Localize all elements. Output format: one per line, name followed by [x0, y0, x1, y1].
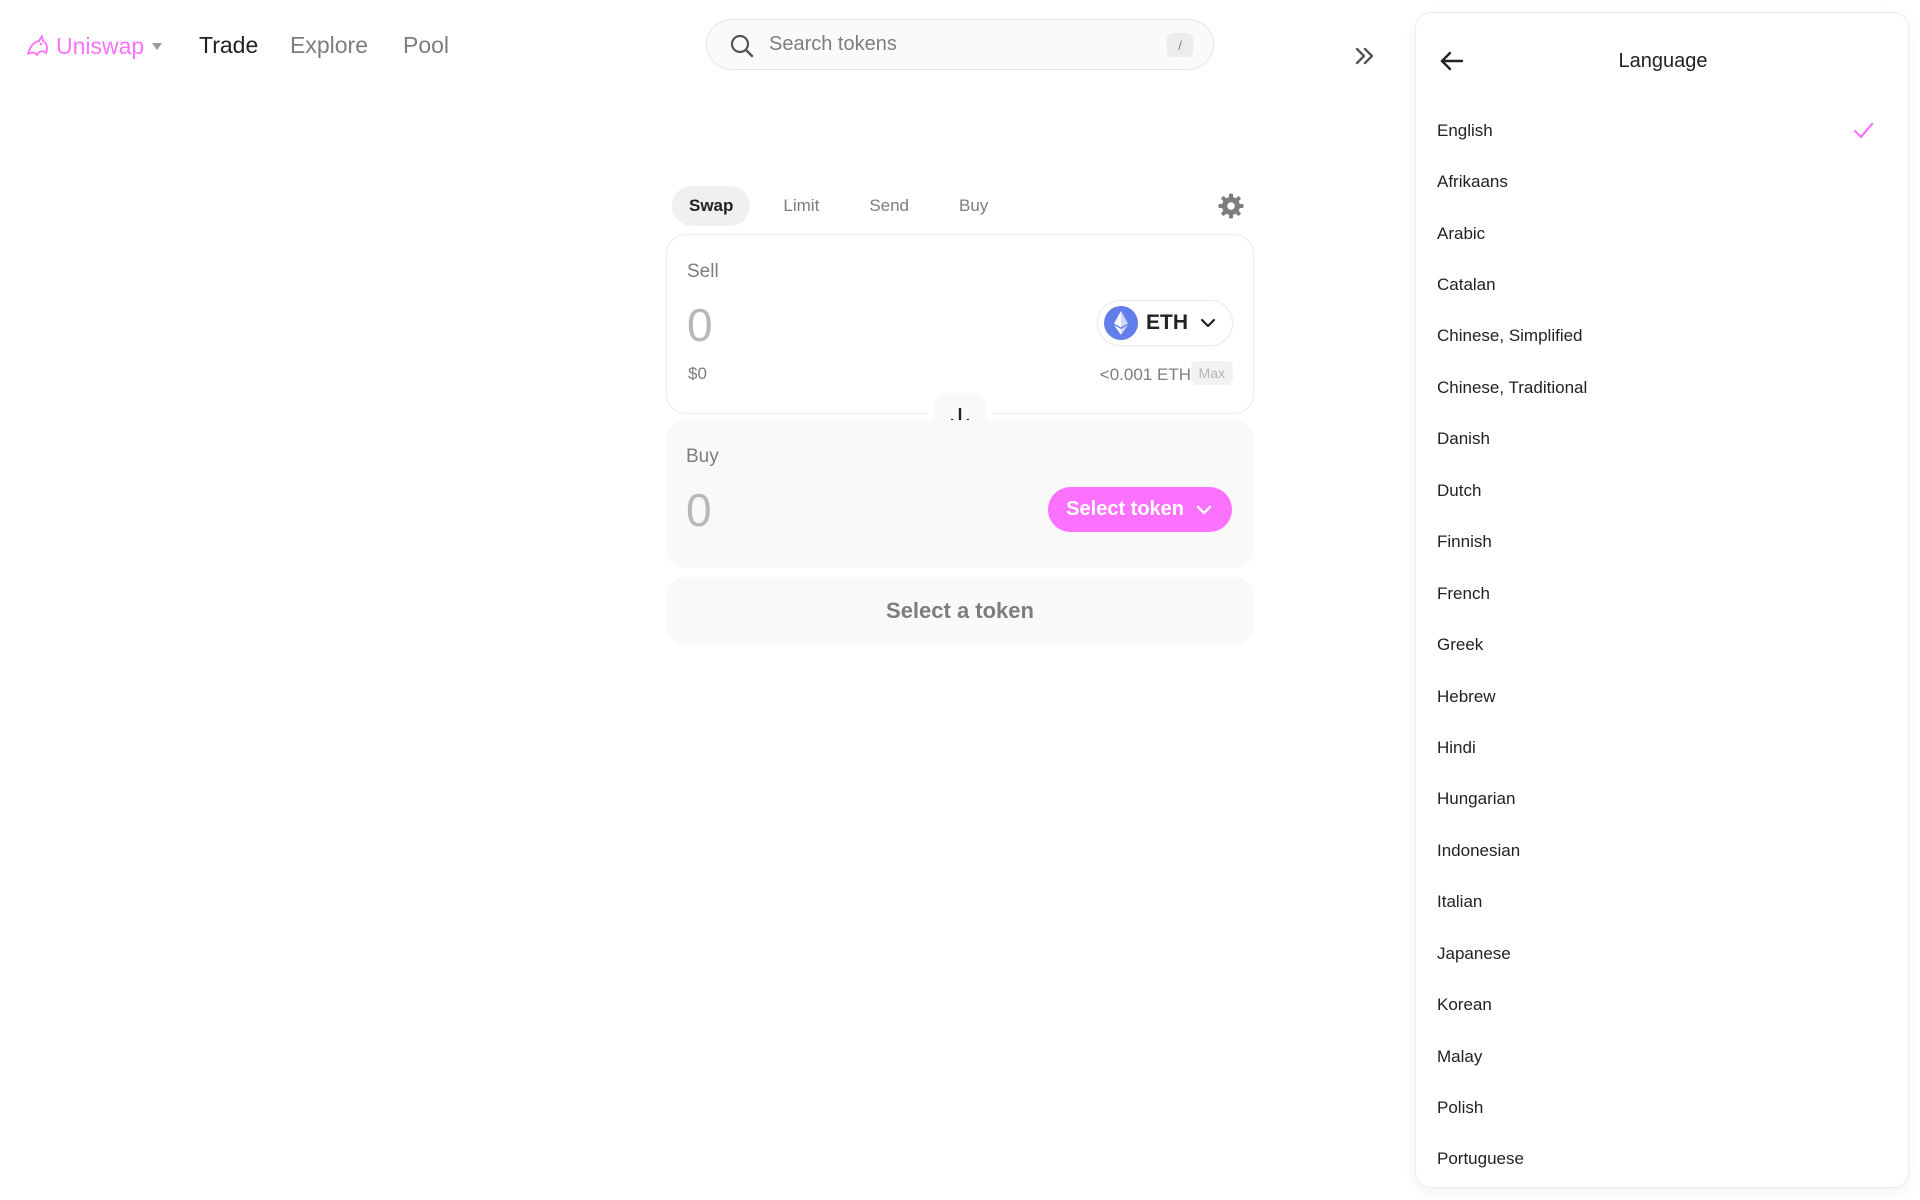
language-label: Afrikaans: [1437, 172, 1508, 192]
max-button[interactable]: Max: [1190, 361, 1233, 385]
search-shortcut-badge: /: [1167, 33, 1193, 57]
sell-label: Sell: [687, 261, 719, 282]
select-a-token-button[interactable]: Select a token: [666, 577, 1254, 645]
language-label: Chinese, Traditional: [1437, 377, 1588, 397]
language-item-danish[interactable]: Danish: [1416, 414, 1908, 465]
language-label: Chinese, Simplified: [1437, 326, 1583, 346]
language-item-chinese-simplified[interactable]: Chinese, Simplified: [1416, 311, 1908, 362]
language-label: Greek: [1437, 635, 1484, 655]
sell-amount-input[interactable]: [687, 297, 987, 353]
language-label: Portuguese: [1437, 1149, 1524, 1169]
caret-down-icon: [152, 42, 163, 50]
sell-token-symbol: ETH: [1146, 311, 1188, 334]
tab-limit[interactable]: Limit: [766, 186, 836, 226]
buy-label: Buy: [686, 446, 719, 467]
search-icon: [730, 34, 754, 58]
search-input[interactable]: [769, 20, 1149, 69]
sell-panel: Sell $0 ETH <0.001 ETH Max: [666, 234, 1254, 414]
chevron-down-icon: [1200, 318, 1216, 328]
brand-name: Uniswap: [56, 32, 145, 59]
buy-panel: Buy Select token: [666, 420, 1254, 568]
language-item-polish[interactable]: Polish: [1416, 1082, 1908, 1133]
eth-icon: [1104, 306, 1138, 340]
language-item-english[interactable]: English: [1416, 105, 1908, 156]
tab-send[interactable]: Send: [852, 186, 926, 226]
tab-buy[interactable]: Buy: [942, 186, 1005, 226]
language-item-afrikaans[interactable]: Afrikaans: [1416, 156, 1908, 207]
language-item-malay[interactable]: Malay: [1416, 1031, 1908, 1082]
select-token-label: Select token: [1066, 498, 1184, 520]
language-item-greek[interactable]: Greek: [1416, 619, 1908, 670]
sell-usd-value: $0: [688, 364, 707, 383]
brand-menu[interactable]: Uniswap: [24, 28, 163, 64]
tab-swap[interactable]: Swap: [672, 186, 751, 226]
language-item-japanese[interactable]: Japanese: [1416, 928, 1908, 979]
language-item-hindi[interactable]: Hindi: [1416, 722, 1908, 773]
sell-balance: <0.001 ETH: [1099, 365, 1191, 384]
language-item-hungarian[interactable]: Hungarian: [1416, 774, 1908, 825]
unicorn-logo-icon: [27, 35, 48, 56]
nav-link-pool[interactable]: Pool: [403, 32, 449, 59]
buy-amount-input[interactable]: [686, 482, 986, 538]
language-label: Hungarian: [1437, 789, 1516, 809]
language-label: Finnish: [1437, 532, 1492, 552]
double-chevron-right-icon[interactable]: [1350, 42, 1378, 70]
language-list: English Afrikaans Arabic Catalan Chinese…: [1416, 105, 1908, 1185]
nav-link-trade[interactable]: Trade: [199, 32, 258, 59]
language-item-catalan[interactable]: Catalan: [1416, 259, 1908, 310]
language-panel-title: Language: [1618, 50, 1708, 72]
language-label: French: [1437, 583, 1490, 603]
language-label: Italian: [1437, 892, 1483, 912]
language-item-arabic[interactable]: Arabic: [1416, 208, 1908, 259]
check-icon: [1853, 122, 1874, 139]
language-item-hebrew[interactable]: Hebrew: [1416, 671, 1908, 722]
language-label: Dutch: [1437, 480, 1482, 500]
language-label: Polish: [1437, 1098, 1484, 1118]
language-label: Malay: [1437, 1046, 1483, 1066]
language-item-indonesian[interactable]: Indonesian: [1416, 825, 1908, 876]
gear-icon[interactable]: [1217, 192, 1245, 220]
language-item-finnish[interactable]: Finnish: [1416, 517, 1908, 568]
language-label: Hindi: [1437, 737, 1476, 757]
language-label: Japanese: [1437, 943, 1511, 963]
sell-token-selector[interactable]: ETH: [1097, 300, 1233, 346]
language-item-dutch[interactable]: Dutch: [1416, 465, 1908, 516]
language-label: Korean: [1437, 995, 1492, 1015]
chevron-down-icon: [1196, 505, 1212, 514]
language-item-korean[interactable]: Korean: [1416, 979, 1908, 1030]
nav-link-explore[interactable]: Explore: [290, 32, 368, 59]
swap-tabs: Swap Limit Send Buy: [672, 186, 1021, 226]
language-item-italian[interactable]: Italian: [1416, 877, 1908, 928]
language-label: Danish: [1437, 429, 1490, 449]
top-nav: Uniswap Trade Explore Pool /: [0, 0, 1400, 92]
language-label: Indonesian: [1437, 840, 1521, 860]
select-token-button[interactable]: Select token: [1048, 487, 1232, 532]
language-label: Catalan: [1437, 275, 1496, 295]
language-item-french[interactable]: French: [1416, 568, 1908, 619]
language-panel: Language English Afrikaans Arabic Catala…: [1415, 12, 1909, 1188]
search-bar[interactable]: /: [706, 19, 1214, 70]
language-label: Hebrew: [1437, 686, 1496, 706]
language-item-portuguese[interactable]: Portuguese: [1416, 1134, 1908, 1185]
language-label: Arabic: [1437, 223, 1486, 243]
language-label: English: [1437, 120, 1493, 140]
language-item-chinese-traditional[interactable]: Chinese, Traditional: [1416, 362, 1908, 413]
